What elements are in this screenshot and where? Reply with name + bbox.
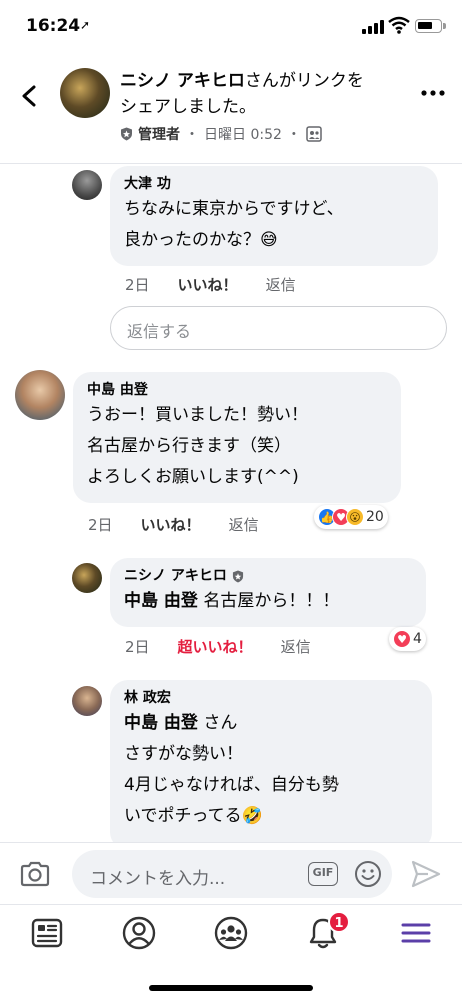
like-button[interactable]: いいね！ bbox=[178, 274, 238, 295]
back-chevron-icon[interactable] bbox=[16, 82, 44, 110]
comment-input[interactable]: コメントを入力... GIF bbox=[72, 850, 392, 898]
comment-mention[interactable]: 中島 由登 bbox=[124, 713, 198, 733]
avatar[interactable] bbox=[72, 170, 102, 200]
post-action-text: さんがリンクを bbox=[244, 71, 364, 91]
super-like-button[interactable]: 超いいね！ bbox=[178, 636, 253, 657]
post-title: ニシノ アキヒロさんがリンクを シェアしました。 bbox=[120, 68, 410, 120]
reply-placeholder: 返信する bbox=[127, 322, 192, 341]
comment-input-bar: コメントを入力... GIF bbox=[0, 842, 462, 904]
admin-shield-icon bbox=[121, 127, 132, 141]
comment-bubble: ニシノ アキヒロ 中島 由登 名古屋から！！！ bbox=[110, 558, 426, 627]
reaction-summary[interactable]: 👍 ♥ 😮 20 bbox=[314, 505, 388, 529]
comment-author[interactable]: 大津 功 bbox=[124, 174, 171, 194]
reaction-count: 4 bbox=[413, 631, 422, 647]
notification-badge: 1 bbox=[328, 911, 350, 933]
post-author-name[interactable]: ニシノ アキヒロ bbox=[120, 71, 245, 91]
comment-text: ちなみに東京からですけど、 良かったのかな？😅 bbox=[124, 199, 344, 250]
send-icon[interactable] bbox=[410, 859, 442, 889]
post-action-text-2: シェアしました。 bbox=[120, 97, 256, 117]
comment-author[interactable]: 中島 由登 bbox=[87, 380, 148, 400]
avatar[interactable] bbox=[72, 563, 102, 593]
like-button[interactable]: いいね！ bbox=[141, 514, 201, 535]
gif-button[interactable]: GIF bbox=[308, 862, 338, 886]
comment-text: 中島 由登 さん さすがな勢い！ 4月じゃなければ、自分も勢 いでポチってる🤣 bbox=[124, 713, 339, 826]
avatar[interactable] bbox=[72, 686, 102, 716]
more-dots-icon[interactable] bbox=[420, 88, 446, 98]
battery-icon bbox=[415, 19, 446, 33]
status-time: 16:24 bbox=[26, 16, 81, 36]
comment-text: うおー！買いました！勢い！ 名古屋から行きます（笑） よろしくお願いします(^^… bbox=[87, 405, 308, 487]
wow-reaction-icon: 😮 bbox=[346, 508, 364, 526]
reply-button[interactable]: 返信 bbox=[281, 636, 311, 657]
comment-mention[interactable]: 中島 由登 bbox=[124, 591, 198, 611]
location-arrow-icon: ➚ bbox=[80, 18, 91, 32]
admin-role-label: 管理者 bbox=[138, 127, 180, 143]
meta-separator: ・ bbox=[185, 127, 199, 143]
emoji-icon[interactable] bbox=[354, 860, 382, 888]
comment-time: 2日 bbox=[125, 276, 150, 294]
reaction-count: 20 bbox=[366, 509, 384, 525]
wifi-icon bbox=[388, 16, 410, 34]
comment-bubble: 林 政宏 中島 由登 さん さすがな勢い！ 4月じゃなければ、自分も勢 いでポチ… bbox=[110, 680, 432, 850]
signal-icon bbox=[362, 20, 384, 34]
comment-bubble: 大津 功 ちなみに東京からですけど、 良かったのかな？😅 bbox=[110, 166, 438, 266]
avatar[interactable] bbox=[15, 370, 65, 420]
comment-actions: 2日 いいね！ 返信 bbox=[125, 274, 296, 295]
group-audience-icon bbox=[306, 126, 322, 142]
comment-actions: 2日 超いいね！ 返信 bbox=[125, 636, 311, 657]
reaction-summary[interactable]: ♥ 4 bbox=[389, 627, 426, 651]
reply-button[interactable]: 返信 bbox=[266, 274, 296, 295]
comment-placeholder: コメントを入力... bbox=[90, 869, 226, 889]
reply-button[interactable]: 返信 bbox=[229, 514, 259, 535]
meta-separator: ・ bbox=[286, 127, 301, 143]
comment-time: 2日 bbox=[125, 638, 150, 656]
post-meta: 管理者 ・ 日曜日 0:52 ・ bbox=[120, 124, 322, 144]
post-header: ニシノ アキヒロさんがリンクを シェアしました。 管理者 ・ 日曜日 0:52 … bbox=[0, 56, 462, 164]
comment-actions: 2日 いいね！ 返信 bbox=[88, 514, 259, 535]
reply-input[interactable]: 返信する bbox=[110, 306, 447, 350]
comment-text: 中島 由登 名古屋から！！！ bbox=[124, 591, 340, 611]
status-bar: 16:24 ➚ bbox=[0, 0, 462, 56]
post-timestamp[interactable]: 日曜日 0:52 bbox=[204, 124, 282, 144]
author-avatar[interactable] bbox=[60, 68, 110, 118]
camera-icon[interactable] bbox=[18, 857, 52, 891]
home-indicator bbox=[149, 985, 313, 991]
groups-icon[interactable] bbox=[213, 915, 249, 951]
admin-shield-icon bbox=[232, 570, 243, 582]
bottom-tab-bar: 1 bbox=[0, 904, 462, 1000]
menu-icon[interactable] bbox=[398, 915, 434, 951]
comment-time: 2日 bbox=[88, 516, 113, 534]
comment-author[interactable]: ニシノ アキヒロ bbox=[124, 566, 227, 586]
love-reaction-icon: ♥ bbox=[393, 630, 411, 648]
news-feed-icon[interactable] bbox=[29, 915, 65, 951]
comment-author[interactable]: 林 政宏 bbox=[124, 688, 171, 708]
comment-bubble: 中島 由登 うおー！買いました！勢い！ 名古屋から行きます（笑） よろしくお願い… bbox=[73, 372, 401, 503]
profile-icon[interactable] bbox=[121, 915, 157, 951]
